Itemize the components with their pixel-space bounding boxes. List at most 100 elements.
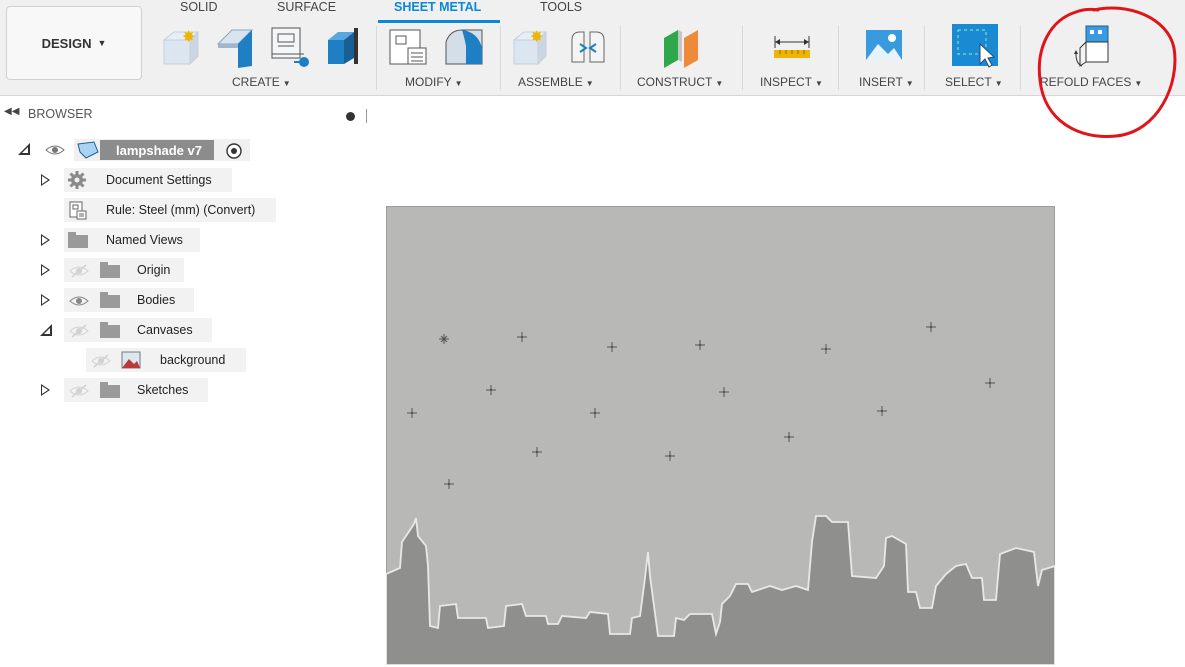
chevron-down-icon: ▼	[454, 79, 463, 88]
expand-triangle-icon[interactable]	[41, 384, 50, 396]
browser-item-named-views[interactable]: Named Views	[0, 228, 372, 252]
measure-icon[interactable]	[772, 32, 812, 62]
assemble-new-component-icon[interactable]: ✸	[510, 26, 554, 68]
browser-item-bodies[interactable]: Bodies	[0, 288, 372, 312]
press-pull-icon[interactable]	[442, 24, 490, 70]
browser-title: BROWSER	[28, 107, 93, 121]
chevron-down-icon: ▼	[97, 38, 107, 48]
insert-image-icon[interactable]	[864, 28, 904, 64]
chevron-down-icon: ▼	[282, 79, 291, 88]
browser-pin-icon[interactable]	[346, 112, 355, 121]
modify-label: MODIFY	[405, 75, 452, 89]
canvases-label: Canvases	[137, 323, 193, 337]
select-label: SELECT	[945, 75, 992, 89]
star-cutouts	[407, 322, 995, 489]
group-separator	[620, 26, 621, 90]
browser-item-document-settings[interactable]: Document Settings	[0, 168, 372, 192]
browser-item-canvases[interactable]: Canvases	[0, 318, 372, 342]
chevron-down-icon: ▼	[815, 79, 823, 88]
document-settings-label: Document Settings	[106, 173, 212, 187]
collapse-browser-icon[interactable]: ◀◀	[4, 106, 19, 117]
eye-hidden-icon[interactable]	[69, 324, 89, 338]
assemble-label: ASSEMBLE	[518, 75, 583, 89]
root-label: lampshade v7	[116, 143, 202, 158]
create-label: CREATE	[232, 75, 280, 89]
inspect-label: INSPECT	[760, 75, 813, 89]
assemble-menu[interactable]: ASSEMBLE ▼	[518, 75, 594, 89]
browser-resize-grip[interactable]	[366, 109, 367, 123]
select-menu[interactable]: SELECT ▼	[945, 75, 1003, 89]
select-icon[interactable]	[950, 22, 1000, 68]
folder-icon	[100, 382, 120, 398]
folder-icon	[100, 292, 120, 308]
svg-text:✸: ✸	[182, 27, 195, 46]
chevron-down-icon: ▼	[905, 79, 914, 88]
active-tab-indicator	[378, 20, 500, 23]
eye-hidden-icon[interactable]	[69, 384, 89, 398]
chevron-down-icon: ▼	[1134, 79, 1143, 88]
collapse-triangle-icon[interactable]	[18, 143, 30, 155]
origin-label: Origin	[137, 263, 171, 277]
group-separator	[838, 26, 839, 90]
skyline-cutout	[386, 322, 1055, 665]
folder-icon	[100, 322, 120, 338]
browser-item-rule[interactable]: Rule: Steel (mm) (Convert)	[0, 198, 372, 222]
tab-surface[interactable]: SURFACE	[277, 0, 336, 20]
refold-faces-icon[interactable]	[1072, 24, 1112, 70]
construct-label: CONSTRUCT	[637, 75, 713, 89]
eye-hidden-icon[interactable]	[69, 264, 89, 278]
insert-menu[interactable]: INSERT ▼	[859, 75, 914, 89]
chevron-down-icon: ▼	[715, 79, 724, 88]
skyline-shape	[386, 515, 1055, 665]
new-component-icon[interactable]: ✸	[160, 26, 204, 68]
bodies-label: Bodies	[137, 293, 176, 307]
convert-to-sheet-metal-icon[interactable]	[386, 24, 434, 70]
sketches-label: Sketches	[137, 383, 189, 397]
insert-label: INSERT	[859, 75, 903, 89]
unfold-icon[interactable]	[268, 24, 314, 70]
tab-solid[interactable]: SOLID	[180, 0, 218, 20]
rule-icon	[69, 201, 87, 220]
image-icon	[121, 351, 141, 369]
construct-menu[interactable]: CONSTRUCT ▼	[637, 75, 723, 89]
design-workspace-button[interactable]: DESIGN ▼	[6, 6, 142, 80]
viewport-model[interactable]	[386, 206, 1055, 665]
activate-radio-icon[interactable]	[225, 142, 243, 160]
expand-triangle-icon[interactable]	[41, 264, 50, 276]
folder-icon	[100, 262, 120, 278]
offset-plane-icon[interactable]	[658, 24, 706, 70]
browser-header: ◀◀ BROWSER	[0, 104, 372, 126]
extrude-icon[interactable]	[324, 26, 364, 70]
joint-icon[interactable]	[566, 26, 610, 68]
group-separator	[376, 26, 377, 90]
expand-triangle-icon[interactable]	[41, 174, 50, 186]
browser-item-origin[interactable]: Origin	[0, 258, 372, 282]
browser-item-background[interactable]: background	[0, 348, 372, 372]
chevron-down-icon: ▼	[585, 79, 594, 88]
refold-faces-label: REFOLD FACES	[1040, 75, 1132, 89]
tab-sheet-metal[interactable]: SHEET METAL	[394, 0, 481, 20]
inspect-menu[interactable]: INSPECT ▼	[760, 75, 823, 89]
svg-text:✸: ✸	[530, 27, 543, 46]
gear-icon	[68, 171, 86, 189]
sheet-metal-body-icon	[77, 141, 99, 159]
group-separator	[924, 26, 925, 90]
rule-label: Rule: Steel (mm) (Convert)	[106, 203, 256, 217]
flange-icon[interactable]	[214, 26, 260, 70]
modify-menu[interactable]: MODIFY ▼	[405, 75, 463, 89]
background-label: background	[160, 353, 226, 367]
expand-triangle-icon[interactable]	[41, 234, 50, 246]
toolbar: DESIGN ▼ SOLID SURFACE SHEET METAL TOOLS…	[0, 0, 1185, 96]
browser-item-sketches[interactable]: Sketches	[0, 378, 372, 402]
tab-tools[interactable]: TOOLS	[540, 0, 582, 20]
eye-icon[interactable]	[45, 143, 65, 157]
group-separator	[1020, 26, 1021, 90]
eye-hidden-icon[interactable]	[91, 354, 111, 368]
collapse-triangle-icon[interactable]	[40, 324, 52, 336]
eye-icon[interactable]	[69, 294, 89, 308]
create-menu[interactable]: CREATE ▼	[232, 75, 291, 89]
expand-triangle-icon[interactable]	[41, 294, 50, 306]
chevron-down-icon: ▼	[994, 79, 1003, 88]
refold-faces-menu[interactable]: REFOLD FACES ▼	[1040, 75, 1142, 89]
star-centers	[410, 325, 992, 486]
